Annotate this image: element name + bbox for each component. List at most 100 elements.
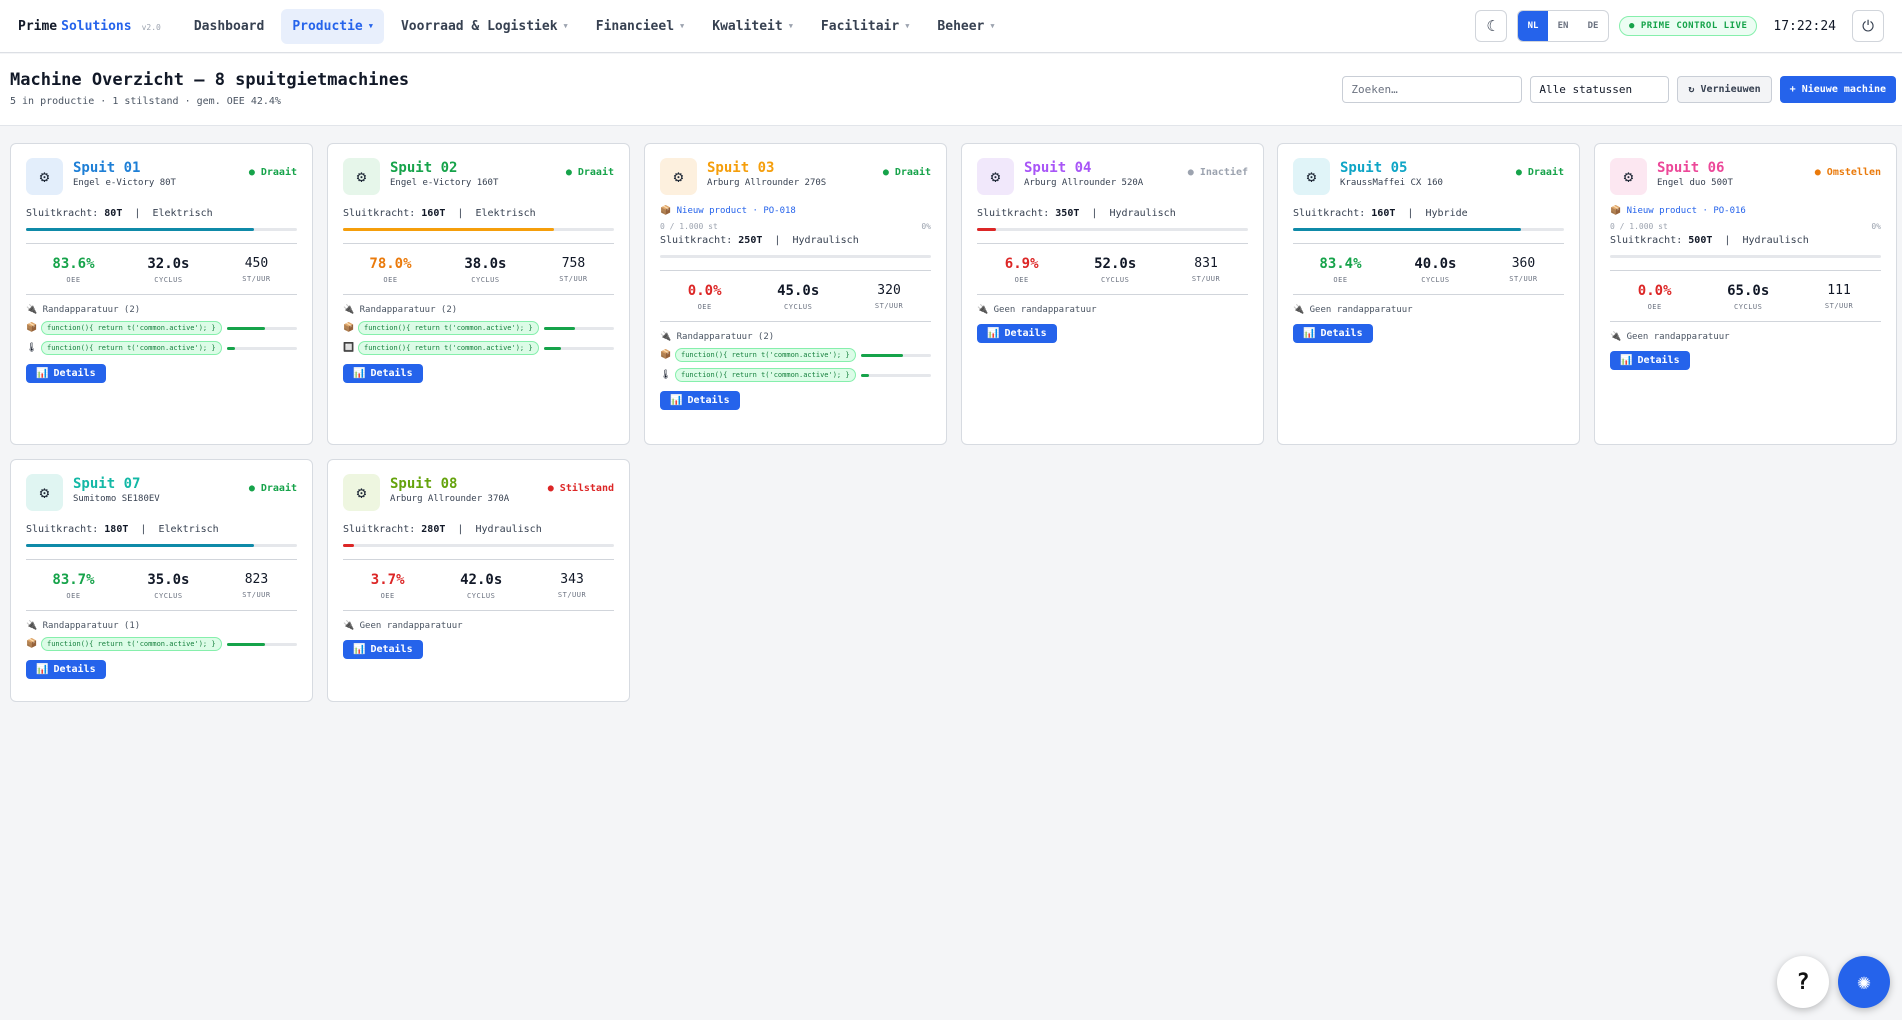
details-button[interactable]: 📊 Details: [977, 324, 1057, 343]
clamping-force: 350T: [1055, 208, 1080, 219]
spec-label: Sluitkracht:: [343, 524, 416, 535]
brand-logo[interactable]: Prime Solutions v2.0: [18, 19, 161, 34]
brand-name-part1: Prime: [18, 18, 58, 34]
status-badge: ● Draait: [248, 167, 297, 178]
machine-gear-icon: ⚙: [26, 158, 63, 195]
nav-voorraad-logistiek[interactable]: Voorraad & Logistiek ▼: [390, 9, 579, 44]
accessories-header: 🔌 Geen randapparatuur: [1293, 305, 1564, 315]
details-button[interactable]: 📊 Details: [660, 391, 740, 410]
plug-icon: 🔌: [343, 305, 355, 315]
details-button[interactable]: 📊 Details: [1610, 351, 1690, 370]
accessory-row[interactable]: 🌡 function(){ return t('common.active'); …: [26, 341, 297, 355]
details-button[interactable]: 📊 Details: [343, 364, 423, 383]
cycle-value: 40.0s: [1414, 256, 1457, 272]
details-button[interactable]: 📊 Details: [1293, 324, 1373, 343]
machine-card[interactable]: ⚙ Spuit 02 Engel e-Victory 160T ● Draait Slu…: [327, 143, 630, 445]
machine-card[interactable]: ⚙ Spuit 05 KraussMaffei CX 160 ● Draait Slui…: [1277, 143, 1580, 445]
cycle-label: CYCLUS: [154, 592, 183, 600]
nav-beheer[interactable]: Beheer ▼: [926, 9, 1005, 44]
production-order-link[interactable]: 📦 Nieuw product · PO-018: [660, 206, 931, 216]
kpi-cycle: 35.0s CYCLUS: [147, 572, 189, 610]
machine-model: Arburg Allrounder 520A: [1024, 178, 1144, 188]
chevron-down-icon: ▼: [680, 22, 685, 30]
rate-label: ST/UUR: [1824, 302, 1854, 310]
plug-icon: 🔌: [1293, 305, 1305, 315]
plug-icon: 🔌: [977, 305, 989, 315]
chart-icon: 📊: [36, 664, 49, 675]
kpi-oee: 83.4% OEE: [1319, 256, 1361, 294]
status-filter-select[interactable]: Alle statussen: [1530, 76, 1670, 103]
nav-label: Voorraad & Logistiek: [400, 18, 558, 34]
clamping-force: 180T: [104, 524, 129, 535]
lang-de[interactable]: DE: [1578, 11, 1608, 41]
drive-type: Elektrisch: [475, 208, 536, 219]
chart-icon: 📊: [1303, 328, 1316, 339]
accessory-row[interactable]: 📦 function(){ return t('common.active'); …: [660, 348, 931, 362]
nav-facilitair[interactable]: Facilitair ▼: [810, 9, 921, 44]
cycle-label: CYCLUS: [1734, 303, 1763, 311]
oee-progress-bar: [26, 228, 297, 231]
device-icon: 🔲: [343, 343, 355, 353]
spec-label: Sluitkracht:: [26, 208, 99, 219]
chevron-down-icon: ▼: [905, 22, 910, 30]
machine-card[interactable]: ⚙ Spuit 06 Engel duo 500T ● Omstellen 📦 Nieu…: [1594, 143, 1897, 445]
production-order-link[interactable]: 📦 Nieuw product · PO-016: [1610, 206, 1881, 216]
machine-card[interactable]: ⚙ Spuit 08 Arburg Allrounder 370A ● Stilsta…: [327, 459, 630, 702]
lang-nl[interactable]: NL: [1517, 11, 1548, 41]
machine-spec: Sluitkracht: 280T | Hydraulisch: [343, 524, 542, 535]
accessory-row[interactable]: 🔲 function(){ return t('common.active'); …: [343, 341, 614, 355]
plug-icon: 🔌: [660, 332, 672, 342]
oee-value: 83.7%: [52, 572, 95, 588]
details-button[interactable]: 📊 Details: [343, 640, 423, 659]
cycle-label: CYCLUS: [1421, 276, 1450, 284]
app-version: v2.0: [141, 22, 161, 32]
nav-dashboard[interactable]: Dashboard: [183, 9, 275, 44]
machine-card[interactable]: ⚙ Spuit 04 Arburg Allrounder 520A ● Inactie…: [961, 143, 1264, 445]
clamping-force: 250T: [738, 235, 763, 246]
moon-icon: ☾: [1486, 17, 1496, 35]
cycle-label: CYCLUS: [471, 276, 500, 284]
accessory-row[interactable]: 📦 function(){ return t('common.active'); …: [26, 637, 297, 651]
cycle-value: 32.0s: [147, 256, 190, 272]
kpi-oee: 0.0% OEE: [1638, 283, 1672, 321]
machine-kpis: 3.7% OEE 42.0s CYCLUS 343 ST/UUR: [343, 560, 614, 610]
machine-model: Arburg Allrounder 370A: [390, 494, 510, 504]
nav-label: Financieel: [595, 18, 675, 34]
refresh-button[interactable]: ↻ Vernieuwen: [1677, 76, 1772, 103]
nav-productie[interactable]: Productie ▼: [281, 8, 384, 44]
machine-name: Spuit 02: [390, 160, 458, 176]
details-button[interactable]: 📊 Details: [26, 364, 106, 383]
thermometer-icon: 🌡: [660, 370, 672, 380]
machine-card[interactable]: ⚙ Spuit 03 Arburg Allrounder 270S ● Draait 📦…: [644, 143, 947, 445]
machine-name: Spuit 01: [73, 160, 141, 176]
oee-label: OEE: [697, 303, 712, 311]
oee-progress-bar: [343, 544, 614, 547]
accessory-row[interactable]: 🌡 function(){ return t('common.active'); …: [660, 368, 931, 382]
nav-financieel[interactable]: Financieel ▼: [585, 9, 696, 44]
kpi-oee: 78.0% OEE: [369, 256, 411, 294]
machine-gear-icon: ⚙: [26, 474, 63, 511]
machine-card-header: ⚙ Spuit 02 Engel e-Victory 160T ● Draait: [343, 158, 614, 196]
lang-en[interactable]: EN: [1548, 11, 1578, 41]
dark-mode-toggle[interactable]: ☾: [1474, 10, 1507, 42]
clamping-force: 80T: [104, 208, 123, 219]
details-button[interactable]: 📊 Details: [26, 660, 106, 679]
kpi-cycle: 38.0s CYCLUS: [464, 256, 506, 294]
machine-kpis: 83.6% OEE 32.0s CYCLUS 450 ST/UUR: [26, 244, 297, 294]
machine-card[interactable]: ⚙ Spuit 07 Sumitomo SE180EV ● Draait Sluitkr…: [10, 459, 313, 702]
accessory-row[interactable]: 📦 function(){ return t('common.active'); …: [26, 321, 297, 335]
box-icon: 📦: [343, 323, 355, 333]
bug-report-button[interactable]: ✺: [1838, 956, 1890, 1008]
search-input[interactable]: [1342, 76, 1523, 103]
new-machine-button[interactable]: + Nieuwe machine: [1779, 76, 1896, 103]
machine-card[interactable]: ⚙ Spuit 01 Engel e-Victory 80T ● Draait Slui…: [10, 143, 313, 445]
logout-button[interactable]: ⏻: [1852, 10, 1884, 42]
accessories-title: Randapparatuur (1): [42, 621, 141, 631]
help-button[interactable]: ?: [1777, 956, 1829, 1008]
machine-kpis: 0.0% OEE 45.0s CYCLUS 320 ST/UUR: [660, 271, 931, 321]
accessories-title: Randapparatuur (2): [359, 305, 458, 315]
accessory-row[interactable]: 📦 function(){ return t('common.active'); …: [343, 321, 614, 335]
machine-gear-icon: ⚙: [1293, 158, 1330, 195]
accessory-status-pill: function(){ return t('common.active'); }: [358, 341, 539, 355]
nav-kwaliteit[interactable]: Kwaliteit ▼: [701, 9, 804, 44]
